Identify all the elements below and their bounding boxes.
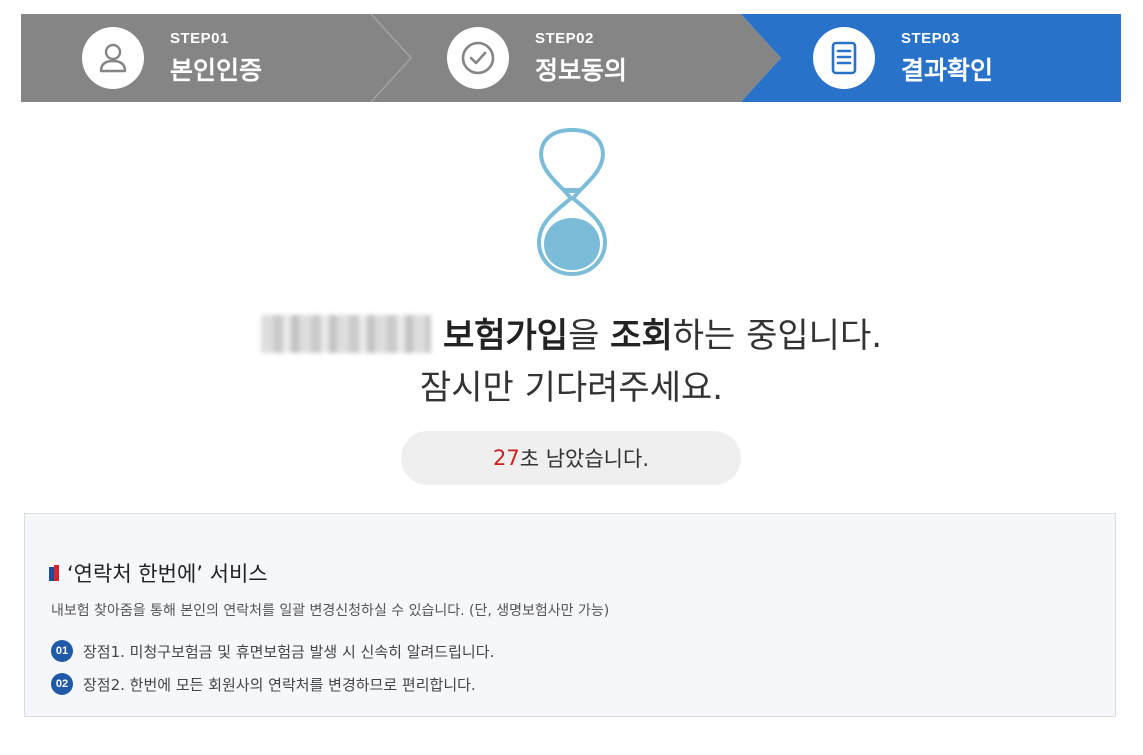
message-bold-lookup: 조회: [610, 316, 673, 356]
step-1: STEP01 본인인증: [82, 14, 262, 102]
benefit-item-1: 01 장점1. 미청구보험금 및 휴면보험금 발생 시 신속히 알려드립니다.: [51, 640, 494, 662]
user-icon: [82, 27, 144, 89]
step-3-number: STEP03: [901, 29, 960, 47]
flag-icon: [49, 565, 59, 581]
benefit-badge-2: 02: [51, 673, 73, 695]
benefit-badge-1: 01: [51, 640, 73, 662]
benefit-text-2: 장점2. 한번에 모든 회원사의 연락처를 변경하므로 편리합니다.: [83, 675, 476, 694]
step-2-title: 정보동의: [535, 55, 628, 85]
step-progress-bar: STEP01 본인인증 STEP02 정보동의 STEP03 결과확인: [21, 14, 1121, 102]
service-title-text: ‘연락처 한번에’ 서비스: [67, 562, 268, 586]
redacted-name-blur: [260, 315, 431, 353]
message-text-2: 하는 중입니다.: [672, 316, 883, 356]
step-1-title: 본인인증: [170, 55, 263, 85]
check-circle-icon: [447, 27, 509, 89]
service-description: 내보험 찾아줌을 통해 본인의 연락처를 일괄 변경신청하실 수 있습니다. (…: [51, 603, 610, 619]
message-bold-insurance: 보험가입: [442, 316, 569, 356]
step-2: STEP02 정보동의: [447, 14, 627, 102]
countdown-pill: 27 초 남았습니다.: [401, 431, 741, 485]
benefit-text-1: 장점1. 미청구보험금 및 휴면보험금 발생 시 신속히 알려드립니다.: [83, 642, 495, 661]
message-line-1: 보험가입을 조회하는 중입니다.: [0, 310, 1143, 362]
step-2-number: STEP02: [535, 29, 594, 47]
document-icon: [813, 27, 875, 89]
step-3-title: 결과확인: [901, 55, 994, 85]
loading-message: 보험가입을 조회하는 중입니다. 잠시만 기다려주세요.: [0, 310, 1143, 414]
countdown-seconds: 27: [492, 446, 520, 470]
step-1-number: STEP01: [170, 29, 229, 47]
service-info-box: ‘연락처 한번에’ 서비스 내보험 찾아줌을 통해 본인의 연락처를 일괄 변경…: [24, 513, 1116, 717]
message-line-2: 잠시만 기다려주세요.: [419, 368, 724, 408]
benefit-item-2: 02 장점2. 한번에 모든 회원사의 연락처를 변경하므로 편리합니다.: [51, 673, 476, 695]
step-3: STEP03 결과확인: [813, 14, 993, 102]
message-text-1: 을: [568, 316, 611, 356]
hourglass-icon: [531, 126, 613, 282]
service-title: ‘연락처 한번에’ 서비스: [49, 558, 268, 588]
countdown-suffix: 초 남았습니다.: [519, 447, 649, 471]
